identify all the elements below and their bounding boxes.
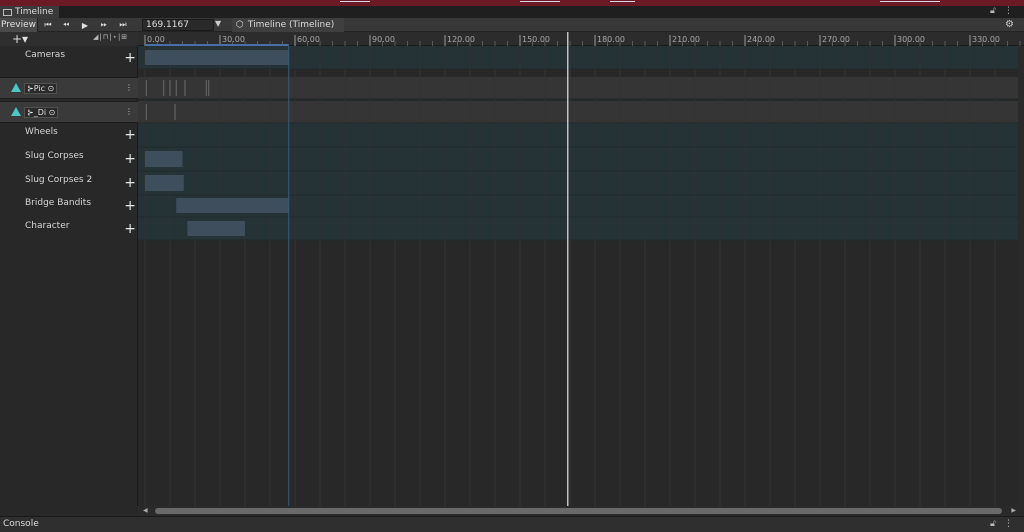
track-group-row[interactable]: Slug Corpses + xyxy=(0,147,138,170)
plus-icon[interactable]: + xyxy=(124,222,136,236)
ruler-label: 210.00 xyxy=(672,35,700,44)
timeline-toolbar: Preview ⏮︎ ⏪︎ ▶︎ ⏩︎ ⏭︎ 169.1167 ▼ ⬡ Time… xyxy=(0,18,1024,32)
ruler-label: 90.00 xyxy=(372,35,395,44)
kebab-menu-icon[interactable]: ⋮ xyxy=(125,107,133,116)
track-group-row[interactable]: Character + xyxy=(0,217,138,240)
console-tab[interactable]: Console xyxy=(3,519,39,529)
track-label: Bridge Bandits xyxy=(25,198,92,208)
timeline-clip xyxy=(176,198,289,213)
scroll-right-icon[interactable]: ▶ xyxy=(1011,507,1016,514)
tab-label: Timeline xyxy=(15,7,54,17)
prev-frame-icon[interactable]: ⏪︎ xyxy=(58,19,74,31)
ruler-label: 120.00 xyxy=(447,35,475,44)
scroll-left-icon[interactable]: ◀ xyxy=(143,507,148,514)
plus-icon[interactable]: + xyxy=(124,176,136,190)
timeline-clip xyxy=(187,221,245,236)
track-group-row[interactable]: Cameras + xyxy=(0,46,138,69)
track-label: Slug Corpses 2 xyxy=(25,175,93,185)
lock-icon[interactable]: 🔓︎ xyxy=(990,6,996,16)
ruler-label: 240.00 xyxy=(747,35,775,44)
ruler-label: 180.00 xyxy=(597,35,625,44)
track-label: Slug Corpses xyxy=(25,151,84,161)
window-tab-bar: Timeline 🔓︎ ⋮ xyxy=(0,6,1024,18)
track-binding-field[interactable]: ⊱_Di ⊙ xyxy=(24,107,59,118)
animation-track-icon xyxy=(11,107,21,116)
timeline-asset-breadcrumb[interactable]: ⬡ Timeline (Timeline) xyxy=(232,18,345,32)
kebab-menu-icon[interactable]: ⋮ xyxy=(1004,6,1013,16)
current-time-field[interactable]: 169.1167 xyxy=(142,19,214,31)
vertical-scrollbar[interactable] xyxy=(1018,46,1024,506)
timeline-clip xyxy=(145,151,183,167)
preview-button[interactable]: Preview xyxy=(0,18,38,32)
horizontal-scrollbar[interactable]: ◀ ▶ xyxy=(138,506,1024,516)
animation-track-icon xyxy=(11,83,21,92)
timeline-icon xyxy=(3,8,12,16)
track-row[interactable]: ⊱_Di ⊙ ⋮ xyxy=(0,101,138,123)
asset-label: Timeline (Timeline) xyxy=(247,20,335,30)
track-binding-field[interactable]: ⊱Pic ⊙ xyxy=(24,83,58,94)
plus-icon[interactable]: + xyxy=(124,152,136,166)
cube-icon: ⬡ xyxy=(236,20,244,30)
track-tools-icons[interactable]: ◢|⊓|⋆|⊞ xyxy=(93,33,128,41)
ruler-label: 150.00 xyxy=(522,35,550,44)
track-row[interactable]: ⊱Pic ⊙ ⋮ xyxy=(0,77,138,99)
ruler-label: 0.00 xyxy=(147,35,165,44)
track-label: Cameras xyxy=(25,50,66,60)
timeline-clip xyxy=(145,50,289,65)
gear-icon[interactable]: ⚙︎ xyxy=(1005,19,1014,30)
scrollbar-thumb[interactable] xyxy=(155,508,1002,514)
track-list: Cameras + ⊱Pic ⊙ ⋮ ⊱_Di ⊙ ⋮ Wheels + Slug Corpse… xyxy=(0,46,138,506)
time-ruler[interactable]: 0.00 30.00 60.00 90.00 120.00 150.00 180.00 210… xyxy=(138,32,1024,46)
goto-end-icon[interactable]: ⏭︎ xyxy=(115,19,131,31)
add-track-button[interactable]: +▾ xyxy=(12,32,28,46)
plus-icon[interactable]: + xyxy=(124,199,136,213)
track-group-row[interactable]: Wheels + xyxy=(0,123,138,146)
timeline-content[interactable] xyxy=(138,46,1018,506)
next-frame-icon[interactable]: ⏩︎ xyxy=(96,19,112,31)
timeline-clip xyxy=(145,175,184,191)
console-tab-bar: Console 🔓︎ ⋮ xyxy=(0,516,1024,532)
play-icon[interactable]: ▶︎ xyxy=(77,19,93,31)
tab-timeline[interactable]: Timeline xyxy=(0,6,60,18)
track-label: Character xyxy=(25,221,70,231)
track-group-row[interactable]: Slug Corpses 2 + xyxy=(0,171,138,194)
lock-icon[interactable]: 🔓︎ xyxy=(990,519,996,529)
ruler-label: 60.00 xyxy=(297,35,320,44)
tracks-header: +▾ ◢|⊓|⋆|⊞ xyxy=(0,32,138,46)
track-label: Wheels xyxy=(25,127,58,137)
ruler-label: 30.00 xyxy=(222,35,245,44)
chevron-down-icon[interactable]: ▼ xyxy=(215,19,221,28)
plus-icon[interactable]: + xyxy=(124,51,136,65)
goto-start-icon[interactable]: ⏮︎ xyxy=(40,19,56,31)
plus-icon[interactable]: + xyxy=(124,128,136,142)
kebab-menu-icon[interactable]: ⋮ xyxy=(125,83,133,92)
ruler-label: 270.00 xyxy=(822,35,850,44)
kebab-menu-icon[interactable]: ⋮ xyxy=(1004,519,1013,529)
ruler-label: 330.00 xyxy=(972,35,1000,44)
track-group-row[interactable]: Bridge Bandits + xyxy=(0,194,138,217)
ruler-label: 300.00 xyxy=(897,35,925,44)
